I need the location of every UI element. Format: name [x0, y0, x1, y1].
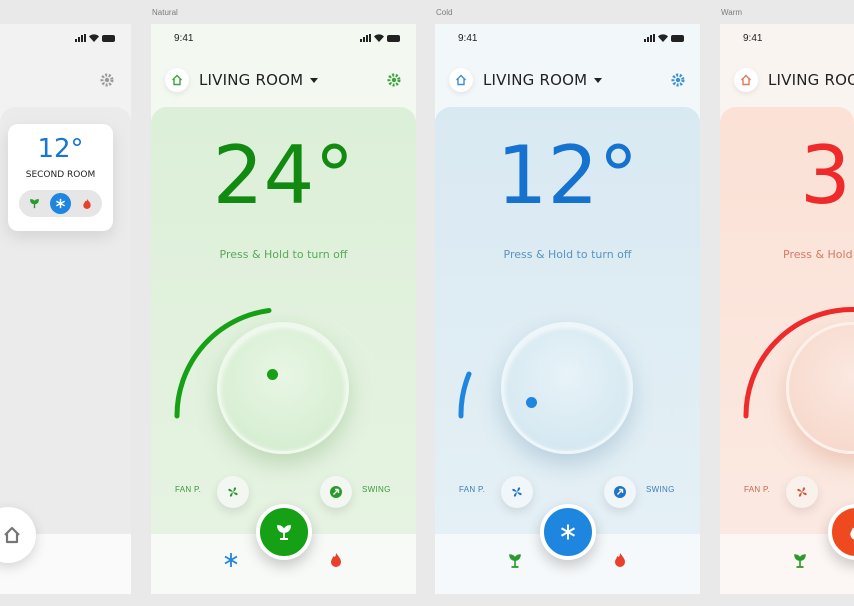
room-title[interactable]: LIVING ROOM	[199, 71, 303, 89]
gear-icon[interactable]	[670, 72, 686, 88]
fan-icon	[512, 487, 522, 497]
fan-label: FAN P.	[744, 485, 771, 494]
fan-label: FAN P.	[175, 485, 202, 494]
status-icons	[75, 34, 115, 42]
status-icons	[360, 34, 400, 42]
wifi-icon	[374, 34, 384, 42]
temperature-knob[interactable]	[217, 322, 349, 454]
temperature-knob[interactable]	[501, 322, 633, 454]
knob-indicator	[267, 369, 278, 380]
fan-button[interactable]	[217, 476, 249, 508]
frame-label-natural: Natural	[152, 8, 178, 17]
mode-cold-button[interactable]	[540, 504, 596, 560]
home-icon	[741, 74, 751, 86]
home-icon	[172, 74, 182, 86]
swing-icon	[614, 486, 626, 498]
status-time: 9:41	[458, 33, 478, 44]
snowflake-icon[interactable]	[223, 552, 239, 568]
phone-natural: 9:41 LIVING ROOM 24° Press & Hold to tur…	[151, 24, 416, 594]
fan-button[interactable]	[501, 476, 533, 508]
flame-icon	[850, 527, 854, 540]
home-icon	[456, 74, 466, 86]
phone-rooms: 12° SECOND ROOM	[0, 24, 131, 594]
swing-label: SWING	[362, 485, 391, 494]
temperature-display: 24°	[212, 129, 355, 222]
home-button[interactable]	[449, 68, 473, 92]
fan-label: FAN P.	[459, 485, 486, 494]
swing-button[interactable]	[320, 476, 352, 508]
home-button[interactable]	[165, 68, 189, 92]
status-icons	[644, 34, 684, 42]
temperature-display: 3	[800, 129, 851, 222]
home-icon	[4, 526, 20, 544]
status-time: 9:41	[174, 33, 194, 44]
plant-icon	[277, 525, 291, 540]
hint-text: Press & Hold to turn off	[783, 248, 854, 261]
plant-icon[interactable]	[24, 193, 45, 214]
home-button[interactable]	[734, 68, 758, 92]
second-room-card[interactable]: 12° SECOND ROOM	[8, 124, 113, 231]
room-header: LIVING ROOM	[165, 66, 402, 94]
plant-icon[interactable]	[792, 552, 808, 568]
second-room-name: SECOND ROOM	[25, 170, 96, 180]
flame-icon[interactable]	[612, 552, 628, 568]
snowflake-icon[interactable]	[50, 193, 71, 214]
plant-icon[interactable]	[507, 552, 523, 568]
gear-icon[interactable]	[386, 72, 402, 88]
swing-button[interactable]	[604, 476, 636, 508]
second-room-temp: 12°	[37, 134, 84, 164]
room-title[interactable]: LIVING ROOM	[768, 71, 854, 89]
hint-text: Press & Hold to turn off	[219, 248, 348, 261]
knob-indicator	[526, 397, 537, 408]
chevron-down-icon[interactable]	[310, 77, 319, 83]
temperature-display: 12°	[496, 129, 639, 222]
phone-warm: 9:41 LIVING ROOM 3 Press & Hold to turn …	[720, 24, 854, 594]
flame-icon[interactable]	[76, 193, 97, 214]
fan-icon	[228, 487, 238, 497]
hint-text: Press & Hold to turn off	[503, 248, 632, 261]
fan-icon	[797, 487, 807, 497]
wifi-icon	[658, 34, 668, 42]
mode-toggle	[19, 190, 102, 217]
mode-natural-button[interactable]	[256, 504, 312, 560]
frame-label-warm: Warm	[721, 8, 743, 17]
swing-label: SWING	[646, 485, 675, 494]
snowflake-icon	[560, 524, 576, 540]
phone-cold: 9:41 LIVING ROOM 12° Press & Hold to tur…	[435, 24, 700, 594]
status-time: 9:41	[743, 33, 763, 44]
fan-button[interactable]	[786, 476, 818, 508]
room-header: LIVING ROOM	[449, 66, 686, 94]
chevron-down-icon[interactable]	[594, 77, 603, 83]
flame-icon[interactable]	[328, 552, 344, 568]
frame-label-cold: Cold	[436, 8, 453, 17]
gear-icon[interactable]	[99, 72, 115, 88]
room-title[interactable]: LIVING ROOM	[483, 71, 587, 89]
wifi-icon	[89, 34, 99, 42]
swing-icon	[330, 486, 342, 498]
room-header: LIVING ROOM	[734, 66, 854, 94]
